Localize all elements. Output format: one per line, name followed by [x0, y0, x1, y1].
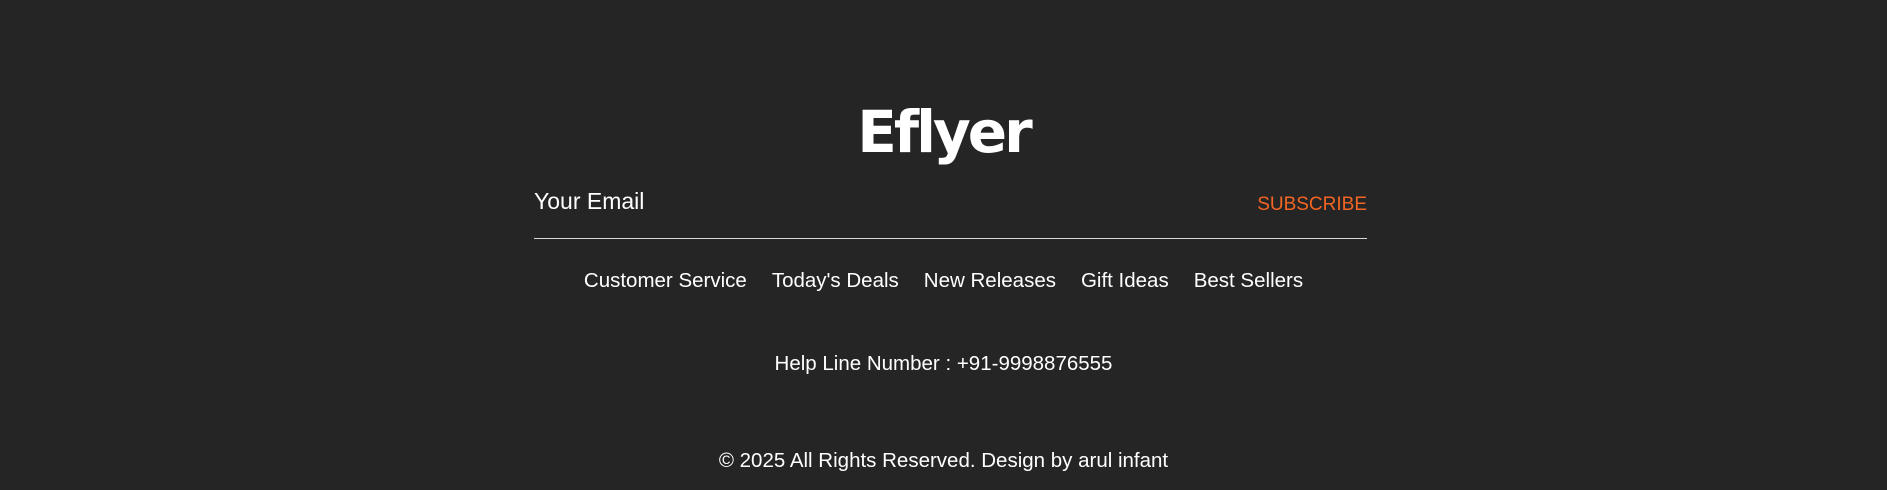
nav-link-todays-deals[interactable]: Today's Deals: [772, 266, 899, 296]
subscribe-button[interactable]: SUBSCRIBE: [1257, 192, 1367, 218]
newsletter-form: SUBSCRIBE: [534, 180, 1367, 239]
copyright-text: © 2025 All Rights Reserved. Design by ar…: [718, 449, 1169, 472]
email-input[interactable]: [534, 184, 1094, 218]
footer-nav: Customer Service Today's Deals New Relea…: [0, 266, 1887, 296]
helpline-text: Help Line Number : +91-9998876555: [774, 352, 1113, 375]
nav-link-new-releases[interactable]: New Releases: [924, 266, 1056, 296]
nav-link-customer-service[interactable]: Customer Service: [584, 266, 747, 296]
nav-link-gift-ideas[interactable]: Gift Ideas: [1081, 266, 1169, 296]
nav-link-best-sellers[interactable]: Best Sellers: [1194, 266, 1303, 296]
logo[interactable]: Eflyer: [0, 96, 1887, 168]
